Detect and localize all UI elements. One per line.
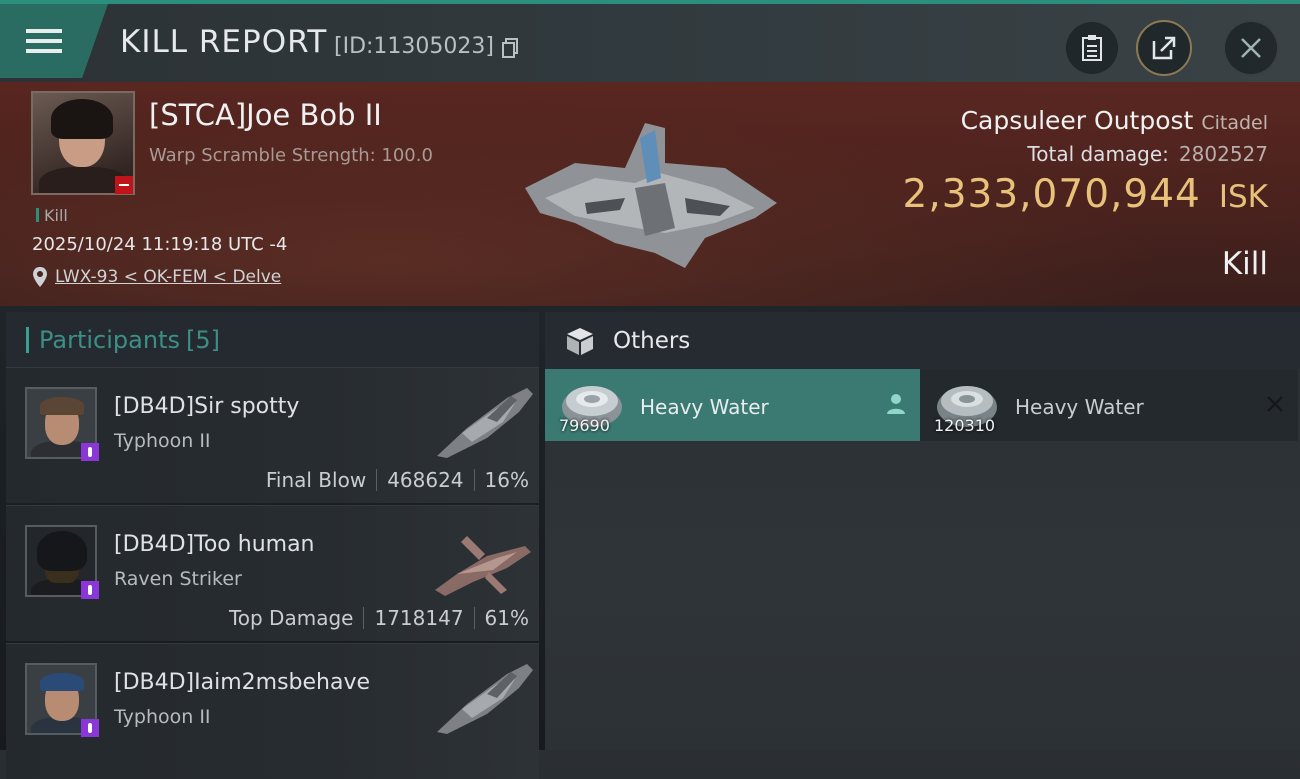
typhoon-ship-image <box>437 664 533 734</box>
share-button[interactable] <box>1136 20 1192 76</box>
participant-stats: Top Damage 1718147 61% <box>229 606 529 630</box>
corp-badge <box>81 719 99 737</box>
item-name: Heavy Water <box>640 395 769 419</box>
participants-tab[interactable]: Participants [5] <box>6 312 539 367</box>
report-id: [ID:11305023] <box>334 34 494 59</box>
location-link[interactable]: LWX-93 < OK-FEM < Delve <box>55 267 281 287</box>
corp-badge <box>81 581 99 599</box>
item-quantity: 120310 <box>934 416 996 435</box>
close-icon <box>1241 38 1261 58</box>
participant-name: [DB4D]Iaim2msbehave <box>114 670 371 695</box>
isk-unit: ISK <box>1218 179 1268 215</box>
item-name: Heavy Water <box>1015 395 1144 419</box>
participant-ship: Typhoon II <box>114 430 211 452</box>
participant-row[interactable]: [DB4D]Iaim2msbehave Typhoon II <box>6 643 539 779</box>
item-quantity: 79690 <box>559 416 610 435</box>
total-damage-value: 2802527 <box>1178 142 1268 166</box>
share-icon <box>1152 36 1176 60</box>
participant-row[interactable]: [DB4D]Sir spotty Typhoon II Final Blow 4… <box>6 367 539 503</box>
participant-damage: 468624 <box>387 468 464 492</box>
kill-tag-label: Kill <box>44 206 68 225</box>
menu-button[interactable] <box>0 4 108 78</box>
corp-badge <box>81 443 99 461</box>
participant-role: Top Damage <box>228 606 354 630</box>
kill-timestamp: 2025/10/24 11:19:18 UTC -4 <box>32 234 288 255</box>
isk-value: 2,333,070,944 ISK <box>903 172 1268 217</box>
participants-count: [5] <box>185 325 220 354</box>
cube-icon <box>567 327 593 355</box>
kill-tag: Kill <box>36 206 68 225</box>
victim-name[interactable]: [STCA]Joe Bob II <box>149 98 382 132</box>
victim-subtitle: Warp Scramble Strength: 100.0 <box>149 145 433 166</box>
participant-damage: 1718147 <box>374 606 464 630</box>
item-heavy-water[interactable]: 120310 Heavy Water <box>920 369 1298 441</box>
participant-role: Final Blow <box>265 468 367 492</box>
target-name-text: Capsuleer Outpost <box>960 106 1194 135</box>
target-name: Capsuleer Outpost Citadel <box>961 106 1268 135</box>
close-button[interactable] <box>1223 20 1279 76</box>
raven-striker-ship-image <box>435 536 531 596</box>
participant-percent: 61% <box>484 606 529 630</box>
participant-stats: Final Blow 468624 16% <box>266 468 529 492</box>
location-pin-icon <box>33 267 47 287</box>
participants-label: Participants <box>39 325 180 354</box>
citadel-structure-image <box>525 123 777 268</box>
header-bar: KILL REPORT [ID:11305023] <box>0 4 1300 82</box>
others-panel: Others 79690 Heavy Water 120310 Heavy Wa… <box>545 312 1300 750</box>
outcome-label: Kill <box>1221 246 1268 282</box>
close-icon[interactable] <box>1266 395 1284 413</box>
total-damage: Total damage: 2802527 <box>1027 142 1268 166</box>
page-title: KILL REPORT <box>120 24 328 60</box>
typhoon-ship-image <box>437 388 533 458</box>
user-icon[interactable] <box>886 393 906 415</box>
participant-name: [DB4D]Too human <box>114 532 315 557</box>
clipboard-button[interactable] <box>1064 20 1120 76</box>
participant-row[interactable]: [DB4D]Too human Raven Striker Top Damage… <box>6 505 539 641</box>
total-damage-label: Total damage: <box>1027 142 1169 166</box>
isk-amount: 2,333,070,944 <box>902 172 1201 217</box>
item-heavy-water-selected[interactable]: 79690 Heavy Water <box>545 369 920 441</box>
participant-ship: Typhoon II <box>114 706 211 728</box>
others-label: Others <box>613 327 691 354</box>
participant-name: [DB4D]Sir spotty <box>114 394 300 419</box>
participants-panel: Participants [5] [DB4D]Sir spotty Typhoo… <box>6 312 539 779</box>
participant-ship: Raven Striker <box>114 568 242 590</box>
copy-icon[interactable] <box>502 38 518 58</box>
hostile-badge <box>115 176 133 194</box>
others-tab[interactable]: Others <box>545 312 1300 369</box>
target-class: Citadel <box>1201 112 1268 134</box>
hamburger-icon <box>26 29 62 53</box>
participant-percent: 16% <box>484 468 529 492</box>
clipboard-icon <box>1082 35 1102 61</box>
